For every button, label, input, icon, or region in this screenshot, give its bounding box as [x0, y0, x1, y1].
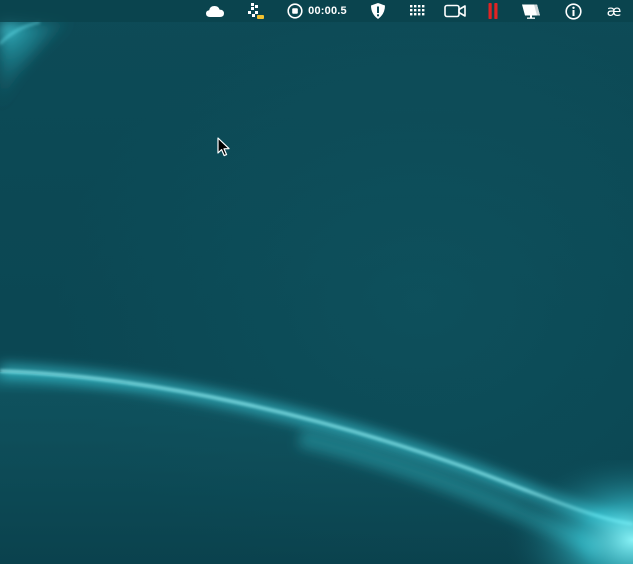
- screen-recorder[interactable]: 00:00.5: [283, 1, 351, 21]
- input-language-menu[interactable]: æ: [602, 1, 626, 21]
- video-camera-icon[interactable]: [443, 1, 467, 21]
- wallpaper-glow: [0, 21, 633, 564]
- red-pause-bars-icon[interactable]: [485, 1, 501, 21]
- info-circle-icon[interactable]: [563, 1, 583, 21]
- recording-timer: 00:00.5: [308, 5, 347, 17]
- shield-alert-icon[interactable]: [368, 1, 388, 21]
- record-stop-icon: [287, 3, 303, 19]
- menu-bar: 00:00.5 æ: [0, 0, 633, 22]
- input-language-label: æ: [606, 2, 622, 20]
- grid-dots-icon[interactable]: [407, 1, 427, 21]
- mouse-pointer-icon: [217, 137, 230, 157]
- display-notification-icon[interactable]: [519, 1, 543, 21]
- dropbox-sync-icon[interactable]: [246, 1, 266, 21]
- cloud-icon[interactable]: [204, 1, 226, 21]
- desktop: 00:00.5 æ: [0, 0, 633, 564]
